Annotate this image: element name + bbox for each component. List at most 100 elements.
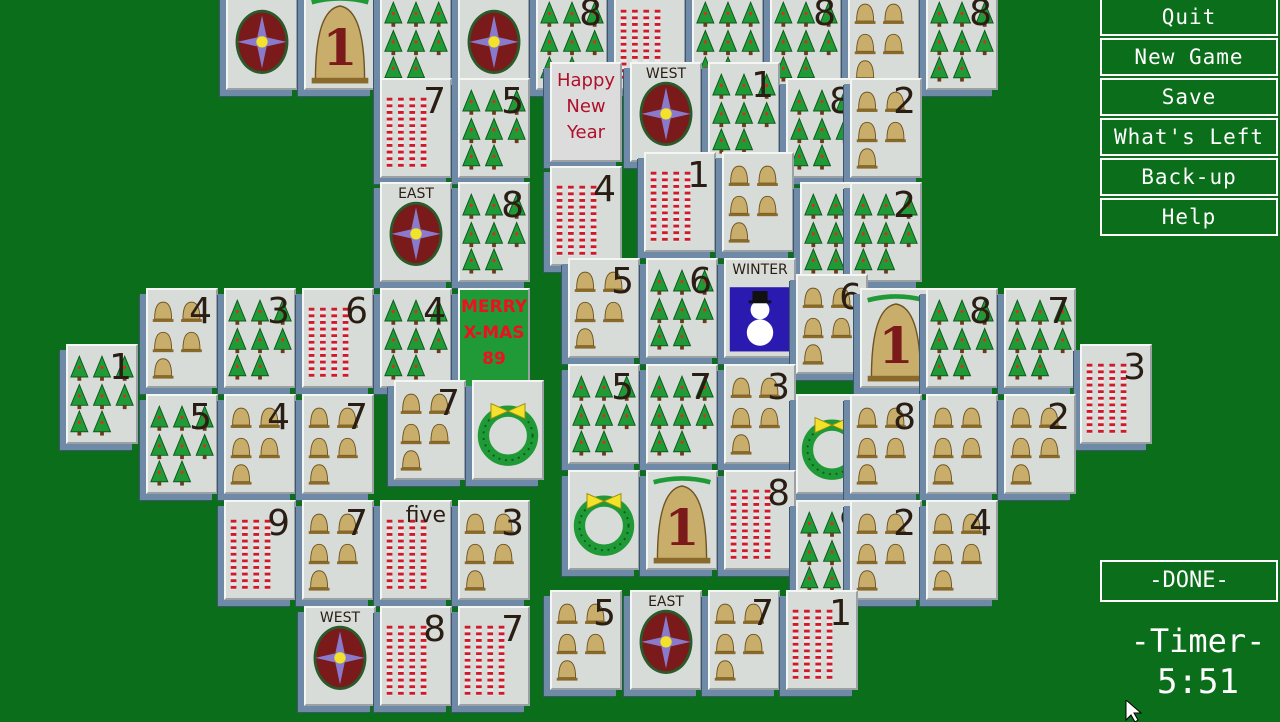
mahjongg-tile-tree[interactable]: 4 [380, 288, 452, 388]
mahjongg-tile-wind[interactable]: WEST [630, 62, 702, 162]
mahjongg-tile-bell[interactable]: 3 [724, 364, 796, 464]
mahjongg-tile-wind[interactable]: EAST [380, 182, 452, 282]
mahjongg-tile-wind[interactable]: WEST [304, 606, 376, 706]
tile-number: 8 [829, 81, 852, 122]
mahjongg-tile-wind[interactable]: EAST [630, 590, 702, 690]
mahjongg-tile-tree[interactable]: 3 [224, 288, 296, 388]
tile-number: 7 [437, 383, 460, 424]
tile-number: 1 [878, 316, 914, 375]
mahjongg-tile-bell[interactable]: 7 [394, 380, 466, 480]
mahjongg-tile-cane[interactable]: 6 [302, 288, 374, 388]
new-game-button[interactable]: New Game [1100, 38, 1278, 76]
mahjongg-tile-bell[interactable]: 5 [550, 590, 622, 690]
tile-number: 8 [579, 0, 602, 34]
tile-number: 9 [267, 503, 290, 544]
mahjongg-tile-tree[interactable]: 5 [146, 394, 218, 494]
help-button[interactable]: Help [1100, 198, 1278, 236]
mahjongg-tile-tree[interactable]: 8 [926, 288, 998, 388]
mahjongg-tile-tree[interactable]: 2 [850, 182, 922, 282]
tile-number: 5 [501, 81, 524, 122]
mahjongg-tile-bell[interactable]: 4 [224, 394, 296, 494]
save-button[interactable]: Save [1100, 78, 1278, 116]
tile-number: 7 [751, 593, 774, 634]
tile-label: WINTER [732, 262, 788, 278]
mahjongg-tile-cane[interactable]: 8 [724, 470, 796, 570]
mahjongg-tile-tree[interactable]: 7 [646, 364, 718, 464]
tile-number: 3 [501, 503, 524, 544]
mahjongg-tile-bell[interactable]: 3 [458, 500, 530, 600]
tile-number: 6 [689, 261, 712, 302]
mahjongg-tile-xmas[interactable]: MERRY X-MAS 89 [458, 288, 530, 388]
tile-number: 8 [423, 609, 446, 650]
mahjongg-tile-bell[interactable]: 7 [708, 590, 780, 690]
tile-label: EAST [648, 594, 684, 610]
mahjongg-tile-cane[interactable]: 1 [786, 590, 858, 690]
mahjongg-tile-cane[interactable]: 1 [644, 152, 716, 252]
quit-button[interactable]: Quit [1100, 0, 1278, 36]
mahjongg-tile-winter[interactable]: WINTER [724, 258, 796, 358]
mahjongg-tile-cane[interactable]: 7 [380, 78, 452, 178]
mahjongg-tile-cane[interactable]: 4 [550, 166, 622, 266]
mahjongg-tile-bell[interactable]: 7 [302, 394, 374, 494]
mahjongg-tile-wreath[interactable] [568, 470, 640, 570]
mahjongg-tile-cane[interactable]: 9 [224, 500, 296, 600]
timer-value: 5:51 [1157, 662, 1239, 702]
backup-button[interactable]: Back-up [1100, 158, 1278, 196]
mahjongg-tile-tree[interactable]: 5 [458, 78, 530, 178]
mahjongg-tile-bell[interactable]: 6 [796, 274, 868, 374]
tile-number: 7 [689, 367, 712, 408]
tile-number: 1 [322, 18, 358, 77]
tile-number: 3 [1123, 347, 1146, 388]
tile-number: 2 [893, 81, 916, 122]
done-button[interactable]: -DONE- [1100, 560, 1278, 602]
mahjongg-tile-tree[interactable]: 8 [770, 0, 842, 90]
tile-label: MERRY X-MAS 89 [460, 297, 528, 369]
tile-number: 1 [751, 65, 774, 106]
mahjongg-tile-newyear[interactable]: Happy New Year [550, 62, 622, 162]
mahjongg-tile-bell[interactable]: 7 [302, 500, 374, 600]
mahjongg-tile-wreath[interactable] [472, 380, 544, 480]
mahjongg-tile-tree[interactable]: 8 [926, 0, 998, 90]
tile-label: EAST [398, 186, 434, 202]
whats-left-button[interactable]: What's Left [1100, 118, 1278, 156]
tile-number: 7 [345, 397, 368, 438]
mahjongg-tile-bell-big[interactable]: 1 [304, 0, 376, 90]
mahjongg-tile-tree[interactable]: 6 [646, 258, 718, 358]
mahjongg-tile-tree[interactable]: 7 [1004, 288, 1076, 388]
mahjongg-tile-bell[interactable] [848, 0, 920, 90]
mahjongg-tile-bell[interactable]: 2 [1004, 394, 1076, 494]
mahjongg-tile-season[interactable] [226, 0, 298, 90]
tile-number: 7 [1047, 291, 1070, 332]
mahjongg-tile-tree[interactable]: 1 [66, 344, 138, 444]
timer-label: -Timer- [1130, 622, 1266, 660]
tile-number: 7 [501, 609, 524, 650]
mahjongg-tile-bell[interactable]: 4 [146, 288, 218, 388]
mahjongg-tile-tree[interactable]: 1 [708, 62, 780, 162]
tile-number: 3 [767, 367, 790, 408]
mahjongg-tile-bell[interactable] [926, 394, 998, 494]
tile-label: WEST [319, 610, 361, 626]
mahjongg-tile-tree[interactable] [380, 0, 452, 90]
mahjongg-tile-season[interactable] [458, 0, 530, 90]
mahjongg-tile-bell[interactable]: 8 [850, 394, 922, 494]
mahjongg-tile-bell[interactable]: 5 [568, 258, 640, 358]
tile-label: Happy New Year [556, 70, 616, 143]
tile-number: 2 [893, 503, 916, 544]
mahjongg-tile-tree[interactable]: 8 [458, 182, 530, 282]
mahjongg-tile-cane[interactable]: five [380, 500, 452, 600]
mahjongg-tile-tree[interactable]: 5 [568, 364, 640, 464]
tile-number: 5 [593, 593, 616, 634]
mahjongg-tile-cane[interactable]: 3 [1080, 344, 1152, 444]
mahjongg-tile-cane[interactable]: 8 [380, 606, 452, 706]
mahjongg-tile-bell-big[interactable]: 1 [646, 470, 718, 570]
mahjongg-tile-bell[interactable] [722, 152, 794, 252]
tile-number: 4 [593, 169, 616, 210]
mahjongg-tile-bell[interactable]: 2 [850, 78, 922, 178]
tile-number: five [405, 503, 446, 528]
tile-number: 4 [267, 397, 290, 438]
mahjongg-tile-bell[interactable]: 2 [850, 500, 922, 600]
mahjongg-tile-bell-big[interactable]: 1 [860, 288, 932, 388]
mahjongg-tile-tree[interactable]: 8 [786, 78, 858, 178]
mahjongg-tile-bell[interactable]: 4 [926, 500, 998, 600]
mahjongg-tile-cane[interactable]: 7 [458, 606, 530, 706]
